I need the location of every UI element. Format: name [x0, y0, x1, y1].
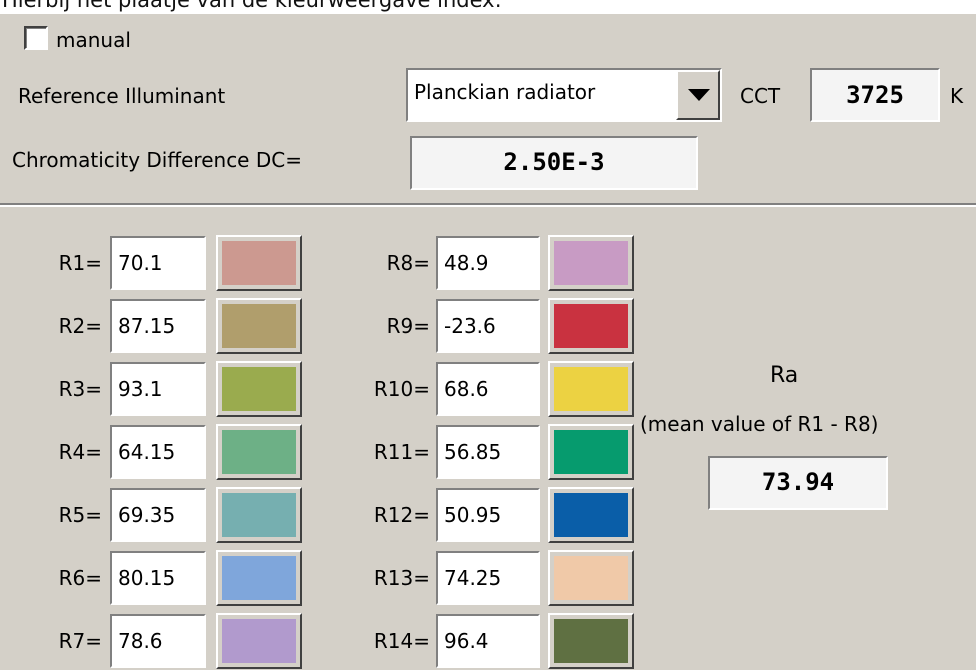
ri-value-field[interactable]: 78.6 [110, 614, 206, 668]
ri-label: R12= [373, 503, 430, 527]
swatch-fill [554, 556, 628, 600]
color-swatch[interactable] [216, 235, 302, 291]
ri-label: R11= [373, 440, 430, 464]
swatch-fill [222, 493, 296, 537]
color-swatch[interactable] [548, 487, 634, 543]
ri-label: R9= [386, 314, 430, 338]
ra-title: Ra [770, 363, 799, 388]
panel-divider-highlight [0, 205, 976, 207]
color-swatch[interactable] [216, 361, 302, 417]
ri-label: R4= [58, 440, 102, 464]
color-swatch[interactable] [216, 613, 302, 669]
chevron-down-icon [688, 89, 710, 101]
swatch-fill [554, 367, 628, 411]
reference-illuminant-selected: Planckian radiator [414, 80, 596, 104]
cct-value-field[interactable]: 3725 [810, 68, 940, 122]
ri-value-field[interactable]: 87.15 [110, 299, 206, 353]
ri-value-field[interactable]: -23.6 [436, 299, 540, 353]
dropdown-button[interactable] [676, 70, 720, 120]
color-swatch[interactable] [216, 487, 302, 543]
swatch-fill [222, 619, 296, 663]
ri-value-field[interactable]: 50.95 [436, 488, 540, 542]
color-swatch[interactable] [548, 550, 634, 606]
page-caption: Hierbij het plaatje van de kleurweergave… [0, 0, 976, 14]
reference-illuminant-select[interactable]: Planckian radiator [406, 68, 722, 122]
color-swatch[interactable] [548, 298, 634, 354]
ri-value-field[interactable]: 69.35 [110, 488, 206, 542]
ri-value-field[interactable]: 56.85 [436, 425, 540, 479]
color-swatch[interactable] [548, 424, 634, 480]
cct-label: CCT [740, 84, 781, 108]
swatch-fill [554, 304, 628, 348]
reference-illuminant-label: Reference Illuminant [18, 84, 226, 108]
color-swatch[interactable] [548, 361, 634, 417]
swatch-fill [222, 241, 296, 285]
color-swatch[interactable] [216, 424, 302, 480]
color-swatch[interactable] [548, 613, 634, 669]
swatch-fill [554, 493, 628, 537]
manual-label: manual [56, 28, 131, 52]
color-swatch[interactable] [548, 235, 634, 291]
ri-value-field[interactable]: 68.6 [436, 362, 540, 416]
ri-label: R13= [373, 566, 430, 590]
ri-label: R10= [373, 377, 430, 401]
ri-label: R7= [58, 629, 102, 653]
cct-unit: K [950, 84, 964, 108]
ri-value-field[interactable]: 74.25 [436, 551, 540, 605]
ri-value-field[interactable]: 96.4 [436, 614, 540, 668]
ri-label: R14= [373, 629, 430, 653]
swatch-fill [554, 430, 628, 474]
swatch-fill [222, 367, 296, 411]
ri-value-field[interactable]: 64.15 [110, 425, 206, 479]
manual-checkbox[interactable] [24, 26, 48, 50]
ri-label: R5= [58, 503, 102, 527]
color-swatch[interactable] [216, 550, 302, 606]
ra-value-field[interactable]: 73.94 [708, 456, 888, 510]
ri-label: R3= [58, 377, 102, 401]
ri-label: R6= [58, 566, 102, 590]
ra-subtitle: (mean value of R1 - R8) [640, 412, 879, 436]
ri-label: R1= [58, 251, 102, 275]
ri-value-field[interactable]: 48.9 [436, 236, 540, 290]
dc-label: Chromaticity Difference DC= [12, 148, 302, 172]
dc-value-field[interactable]: 2.50E-3 [410, 136, 698, 190]
swatch-fill [554, 619, 628, 663]
ri-label: R8= [386, 251, 430, 275]
swatch-fill [554, 241, 628, 285]
swatch-fill [222, 430, 296, 474]
color-swatch[interactable] [216, 298, 302, 354]
ri-value-field[interactable]: 70.1 [110, 236, 206, 290]
swatch-fill [222, 556, 296, 600]
ri-value-field[interactable]: 80.15 [110, 551, 206, 605]
swatch-fill [222, 304, 296, 348]
ri-value-field[interactable]: 93.1 [110, 362, 206, 416]
ri-label: R2= [58, 314, 102, 338]
